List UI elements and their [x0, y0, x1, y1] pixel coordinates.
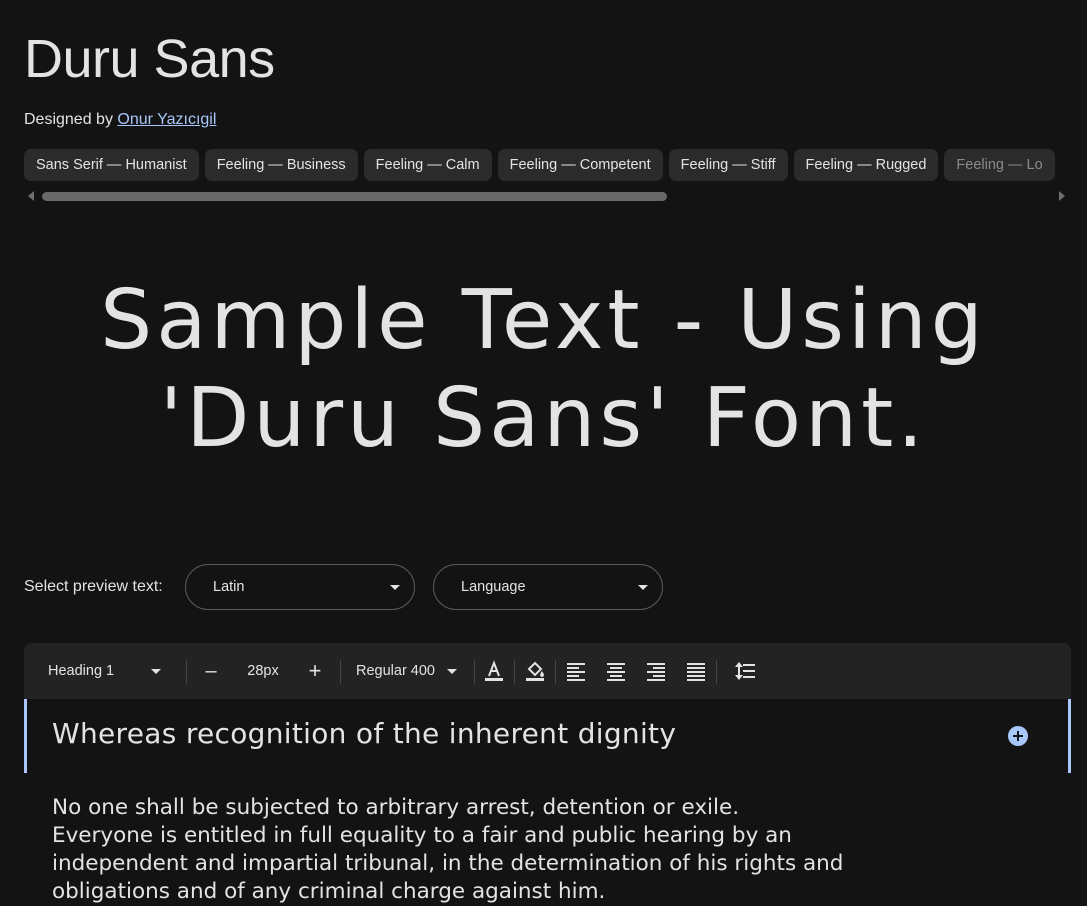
- toolbar-divider: [340, 660, 341, 684]
- script-select-value: Latin: [213, 579, 245, 595]
- text-color-icon[interactable]: [480, 657, 508, 685]
- script-select[interactable]: Latin: [185, 564, 415, 610]
- dropdown-arrow-icon: [151, 669, 161, 674]
- paragraph-line: independent and impartial tribunal, in t…: [52, 851, 844, 876]
- language-select-value: Language: [461, 579, 526, 595]
- decrease-size-button[interactable]: –: [199, 643, 223, 699]
- toolbar-divider: [186, 660, 187, 684]
- scroll-left-arrow-icon[interactable]: [28, 191, 34, 201]
- add-circle-icon[interactable]: [1008, 726, 1028, 746]
- toolbar-divider: [474, 660, 475, 684]
- tag-chip[interactable]: Sans Serif — Humanist: [24, 149, 199, 181]
- tag-list: Sans Serif — Humanist Feeling — Business F…: [24, 149, 1087, 181]
- tag-chip[interactable]: Feeling — Calm: [363, 149, 492, 181]
- style-select[interactable]: Heading 1: [24, 643, 172, 699]
- editor-toolbar: Heading 1 – 28px + Regular 400: [24, 643, 1071, 699]
- tag-chip[interactable]: Feeling — Competent: [497, 149, 663, 181]
- sample-text-line: Sample Text - Using: [100, 273, 987, 368]
- paragraph-line: obligations and of any criminal charge a…: [52, 879, 606, 904]
- toolbar-divider: [555, 660, 556, 684]
- paragraph-line: Everyone is entitled in full equality to…: [52, 823, 792, 848]
- toolbar-divider: [716, 660, 717, 684]
- line-height-icon[interactable]: [731, 657, 759, 685]
- align-right-icon[interactable]: [642, 657, 670, 685]
- increase-size-button[interactable]: +: [303, 643, 327, 699]
- designer-line: Designed by Onur Yazıcıgil: [24, 111, 216, 129]
- font-title: Duru Sans: [24, 29, 275, 89]
- tag-chip[interactable]: Feeling — Rugged: [793, 149, 939, 181]
- preview-text-label: Select preview text:: [24, 578, 163, 595]
- weight-select-value: Regular 400: [356, 663, 435, 679]
- sample-text: Sample Text - Using 'Duru Sans' Font.: [40, 272, 1047, 468]
- weight-select[interactable]: Regular 400: [348, 643, 468, 699]
- font-size-value[interactable]: 28px: [239, 643, 287, 699]
- dropdown-arrow-icon: [638, 585, 648, 590]
- align-left-icon[interactable]: [562, 657, 590, 685]
- toolbar-divider: [514, 660, 515, 684]
- dropdown-arrow-icon: [390, 585, 400, 590]
- tags-scrollbar-thumb[interactable]: [42, 192, 667, 201]
- align-justify-icon[interactable]: [682, 657, 710, 685]
- paragraph-line: No one shall be subjected to arbitrary a…: [52, 795, 740, 820]
- designer-link[interactable]: Onur Yazıcıgil: [117, 111, 216, 128]
- align-center-icon[interactable]: [602, 657, 630, 685]
- paragraph-preview[interactable]: No one shall be subjected to arbitrary a…: [52, 794, 1052, 906]
- sample-text-line: 'Duru Sans' Font.: [159, 371, 928, 466]
- language-select[interactable]: Language: [433, 564, 663, 610]
- heading-preview-text[interactable]: Whereas recognition of the inherent dign…: [52, 717, 676, 750]
- heading-editor-row[interactable]: Whereas recognition of the inherent dign…: [24, 699, 1071, 773]
- style-select-value: Heading 1: [48, 663, 115, 679]
- dropdown-arrow-icon: [447, 669, 457, 674]
- scroll-right-arrow-icon[interactable]: [1059, 191, 1065, 201]
- tag-chip[interactable]: Feeling — Lo: [944, 149, 1055, 181]
- designed-by-label: Designed by: [24, 111, 113, 128]
- tag-chip[interactable]: Feeling — Business: [204, 149, 358, 181]
- tag-chip[interactable]: Feeling — Stiff: [668, 149, 788, 181]
- highlight-color-icon[interactable]: [521, 657, 549, 685]
